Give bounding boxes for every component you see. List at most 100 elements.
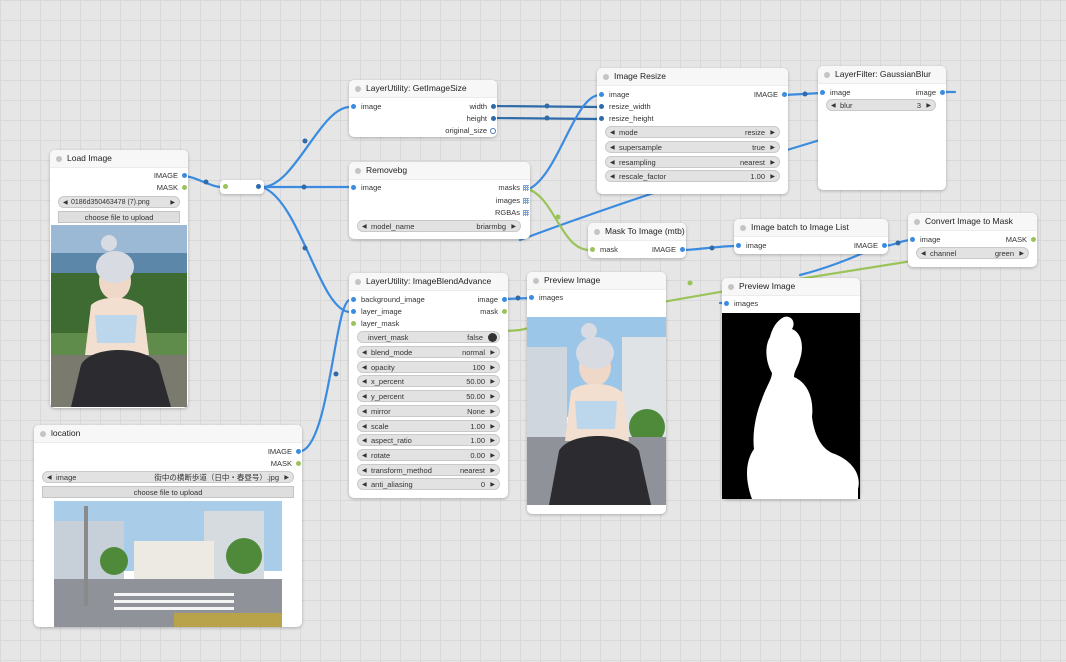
y-percent-widget[interactable]: ◀ y_percent 50.00 ▶ xyxy=(357,390,500,402)
gaussian-blur-node[interactable]: LayerFilter: GaussianBlur image image ◀ b… xyxy=(818,66,946,190)
model-name-combo[interactable]: ◀ model_name briarmbg ▶ xyxy=(357,220,521,232)
input-images[interactable]: images xyxy=(527,292,563,304)
arrow-left-icon[interactable]: ◀ xyxy=(610,157,615,169)
image-blend-advance-node[interactable]: LayerUtility: ImageBlendAdvance backgrou… xyxy=(349,273,508,498)
socket-icon[interactable] xyxy=(491,116,496,121)
channel-widget[interactable]: ◀ channel green ▶ xyxy=(916,247,1029,259)
input-resize-height[interactable]: resize_height xyxy=(597,113,654,125)
output-image[interactable]: IMAGE xyxy=(854,240,888,252)
socket-icon[interactable] xyxy=(590,247,595,252)
collapse-dot-icon[interactable] xyxy=(355,168,361,174)
node-title[interactable]: location xyxy=(34,425,302,443)
input-image[interactable]: image xyxy=(818,87,850,99)
grid-socket-icon[interactable] xyxy=(523,198,529,204)
arrow-right-icon[interactable]: ▶ xyxy=(770,127,775,139)
arrow-left-icon[interactable]: ◀ xyxy=(362,376,367,388)
socket-icon[interactable] xyxy=(351,309,356,314)
rescale-factor-widget[interactable]: ◀ rescale_factor 1.00 ▶ xyxy=(605,170,780,182)
scale-widget[interactable]: ◀ scale 1.00 ▶ xyxy=(357,420,500,432)
output-image[interactable]: IMAGE xyxy=(652,244,686,256)
socket-icon[interactable] xyxy=(296,449,301,454)
arrow-right-icon[interactable]: ▶ xyxy=(490,435,495,447)
reroute-node[interactable] xyxy=(220,180,264,194)
node-title[interactable]: Image batch to Image List xyxy=(734,219,888,237)
arrow-left-icon[interactable]: ◀ xyxy=(362,421,367,433)
socket-icon[interactable] xyxy=(782,92,787,97)
load-image-node[interactable]: Load Image IMAGE MASK ◀ 0186d350463478 (… xyxy=(50,150,188,408)
arrow-left-icon[interactable]: ◀ xyxy=(63,197,68,209)
arrow-right-icon[interactable]: ▶ xyxy=(770,171,775,183)
collapse-dot-icon[interactable] xyxy=(914,219,920,225)
grid-socket-icon[interactable] xyxy=(523,210,529,216)
arrow-left-icon[interactable]: ◀ xyxy=(610,127,615,139)
output-image[interactable]: image xyxy=(916,87,946,99)
blend-mode-widget[interactable]: ◀ blend_mode normal ▶ xyxy=(357,346,500,358)
mode-widget[interactable]: ◀ mode resize ▶ xyxy=(605,126,780,138)
arrow-right-icon[interactable]: ▶ xyxy=(490,362,495,374)
convert-to-mask-node[interactable]: Convert Image to Mask image MASK ◀ channe… xyxy=(908,213,1037,267)
input-layer-image[interactable]: layer_image xyxy=(349,306,402,318)
arrow-right-icon[interactable]: ▶ xyxy=(490,450,495,462)
socket-icon[interactable] xyxy=(882,243,887,248)
output-mask[interactable]: mask xyxy=(480,306,508,318)
arrow-right-icon[interactable]: ▶ xyxy=(490,406,495,418)
arrow-left-icon[interactable]: ◀ xyxy=(362,347,367,359)
arrow-right-icon[interactable]: ▶ xyxy=(490,391,495,403)
anti-aliasing-widget[interactable]: ◀ anti_aliasing 0 ▶ xyxy=(357,478,500,490)
node-title[interactable]: LayerFilter: GaussianBlur xyxy=(818,66,946,84)
socket-icon[interactable] xyxy=(491,104,496,109)
node-title[interactable]: Load Image xyxy=(50,150,188,168)
output-width[interactable]: width xyxy=(469,101,497,113)
batch-to-list-node[interactable]: Image batch to Image List image IMAGE xyxy=(734,219,888,254)
socket-icon[interactable] xyxy=(599,104,604,109)
arrow-right-icon[interactable]: ▶ xyxy=(926,100,931,112)
output-mask[interactable]: MASK xyxy=(271,458,302,470)
location-image-node[interactable]: location IMAGE MASK ◀ image 街中の横断歩道（日中・春… xyxy=(34,425,302,627)
input-image[interactable]: image xyxy=(908,234,940,246)
output-image[interactable]: IMAGE xyxy=(754,89,788,101)
aspect-ratio-widget[interactable]: ◀ aspect_ratio 1.00 ▶ xyxy=(357,434,500,446)
arrow-right-icon[interactable]: ▶ xyxy=(490,347,495,359)
socket-icon[interactable] xyxy=(351,185,356,190)
socket-icon[interactable] xyxy=(182,173,187,178)
node-title[interactable]: LayerUtility: GetImageSize xyxy=(349,80,497,98)
arrow-right-icon[interactable]: ▶ xyxy=(284,472,289,484)
arrow-right-icon[interactable]: ▶ xyxy=(1019,248,1024,260)
image-file-combo[interactable]: ◀ 0186d350463478 (7).png ▶ xyxy=(58,196,180,208)
collapse-dot-icon[interactable] xyxy=(728,284,734,290)
collapse-dot-icon[interactable] xyxy=(40,431,46,437)
arrow-left-icon[interactable]: ◀ xyxy=(921,248,926,260)
arrow-right-icon[interactable]: ▶ xyxy=(490,421,495,433)
input-image[interactable]: image xyxy=(349,101,381,113)
socket-icon[interactable] xyxy=(182,185,187,190)
opacity-widget[interactable]: ◀ opacity 100 ▶ xyxy=(357,361,500,373)
node-title[interactable]: Preview Image xyxy=(722,278,860,296)
transform-method-widget[interactable]: ◀ transform_method nearest ▶ xyxy=(357,464,500,476)
node-title[interactable]: Removebg xyxy=(349,162,530,180)
arrow-left-icon[interactable]: ◀ xyxy=(610,142,615,154)
blur-widget[interactable]: ◀ blur 3 ▶ xyxy=(826,99,936,111)
socket-icon[interactable] xyxy=(502,309,507,314)
output-mask[interactable]: MASK xyxy=(1006,234,1037,246)
node-title[interactable]: Preview Image xyxy=(527,272,666,290)
arrow-right-icon[interactable]: ▶ xyxy=(770,157,775,169)
x-percent-widget[interactable]: ◀ x_percent 50.00 ▶ xyxy=(357,375,500,387)
output-mask[interactable]: MASK xyxy=(157,182,188,194)
collapse-dot-icon[interactable] xyxy=(355,86,361,92)
input-resize-width[interactable]: resize_width xyxy=(597,101,651,113)
input-images[interactable]: images xyxy=(722,298,758,310)
output-images[interactable]: images xyxy=(496,195,530,207)
node-title[interactable]: Mask To Image (mtb) xyxy=(588,223,686,241)
output-original-size[interactable]: original_size xyxy=(445,125,497,137)
socket-icon[interactable] xyxy=(490,128,496,134)
image-file-combo[interactable]: ◀ image 街中の横断歩道（日中・春昼号）.jpg ▶ xyxy=(42,471,294,483)
socket-icon[interactable] xyxy=(736,243,741,248)
arrow-left-icon[interactable]: ◀ xyxy=(831,100,836,112)
arrow-left-icon[interactable]: ◀ xyxy=(362,479,367,491)
invert-mask-toggle[interactable]: invert_mask false xyxy=(357,331,500,343)
input-background-image[interactable]: background_image xyxy=(349,294,425,306)
arrow-left-icon[interactable]: ◀ xyxy=(362,465,367,477)
preview-mask-node[interactable]: Preview Image images xyxy=(722,278,860,499)
socket-icon[interactable] xyxy=(680,247,685,252)
node-title[interactable]: LayerUtility: ImageBlendAdvance xyxy=(349,273,508,291)
